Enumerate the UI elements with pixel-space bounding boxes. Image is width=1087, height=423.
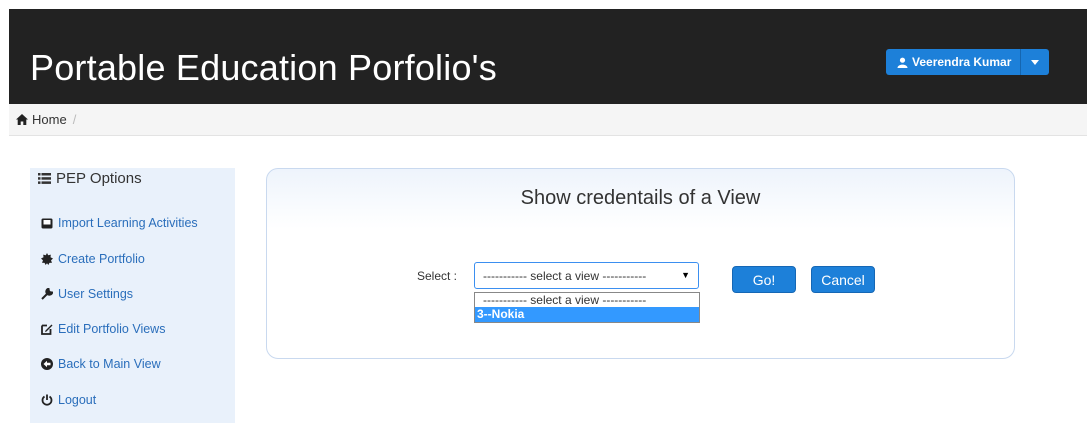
user-icon [897,57,908,68]
certificate-icon [41,253,53,265]
circle-arrow-left-icon [41,358,53,370]
wrench-icon [41,288,53,300]
select-option-highlighted[interactable]: 3--Nokia [475,307,699,322]
show-credentials-panel: Show credentails of a View Select : ----… [266,168,1015,359]
go-button[interactable]: Go! [732,266,796,293]
sidebar-item-import-learning-activities[interactable]: Import Learning Activities [41,216,198,230]
sidebar-item-create-portfolio[interactable]: Create Portfolio [41,252,145,266]
sidebar-item-label: Edit Portfolio Views [58,322,166,336]
hdd-icon [41,218,53,228]
user-button[interactable]: Veerendra Kumar [886,49,1022,75]
breadcrumb-separator: / [72,112,77,127]
sidebar-item-back-to-main-view[interactable]: Back to Main View [41,357,161,371]
sidebar-item-label: Import Learning Activities [58,216,198,230]
view-select[interactable]: ----------- select a view ----------- ▼ [474,262,699,289]
sidebar-item-edit-portfolio-views[interactable]: Edit Portfolio Views [41,322,165,336]
user-menu-button-group[interactable]: Veerendra Kumar [886,49,1050,75]
user-name: Veerendra Kumar [912,55,1012,69]
select-option[interactable]: ----------- select a view ----------- [475,293,699,307]
cancel-button[interactable]: Cancel [811,266,875,293]
home-icon [16,114,28,125]
power-icon [41,394,53,406]
sidebar-title: PEP Options [38,170,142,187]
sidebar-item-label: Back to Main View [58,357,161,371]
edit-icon [41,324,53,335]
breadcrumb-home[interactable]: Home [16,112,67,127]
sidebar: PEP Options Import Learning Activities C… [30,168,235,423]
list-icon [38,173,51,184]
sidebar-title-label: PEP Options [56,170,142,187]
breadcrumb: Home / [9,104,1087,136]
sidebar-item-label: User Settings [58,287,134,301]
sidebar-item-label: Logout [58,393,97,407]
sidebar-item-label: Create Portfolio [58,252,145,266]
view-select-dropdown-list[interactable]: ----------- select a view ----------- 3-… [474,292,700,323]
brand-title[interactable]: Portable Education Porfolio's [30,47,497,89]
panel-title: Show credentails of a View [520,187,761,209]
top-navbar: Portable Education Porfolio's Veerendra … [9,9,1087,104]
user-dropdown-toggle[interactable] [1021,49,1050,75]
sidebar-item-logout[interactable]: Logout [41,393,96,407]
caret-down-icon [1031,59,1040,65]
select-label: Select : [417,269,458,283]
view-select-value: ----------- select a view ----------- [483,268,647,283]
dropdown-arrow-icon: ▼ [681,270,690,280]
sidebar-item-user-settings[interactable]: User Settings [41,287,133,301]
breadcrumb-home-label: Home [32,112,67,127]
